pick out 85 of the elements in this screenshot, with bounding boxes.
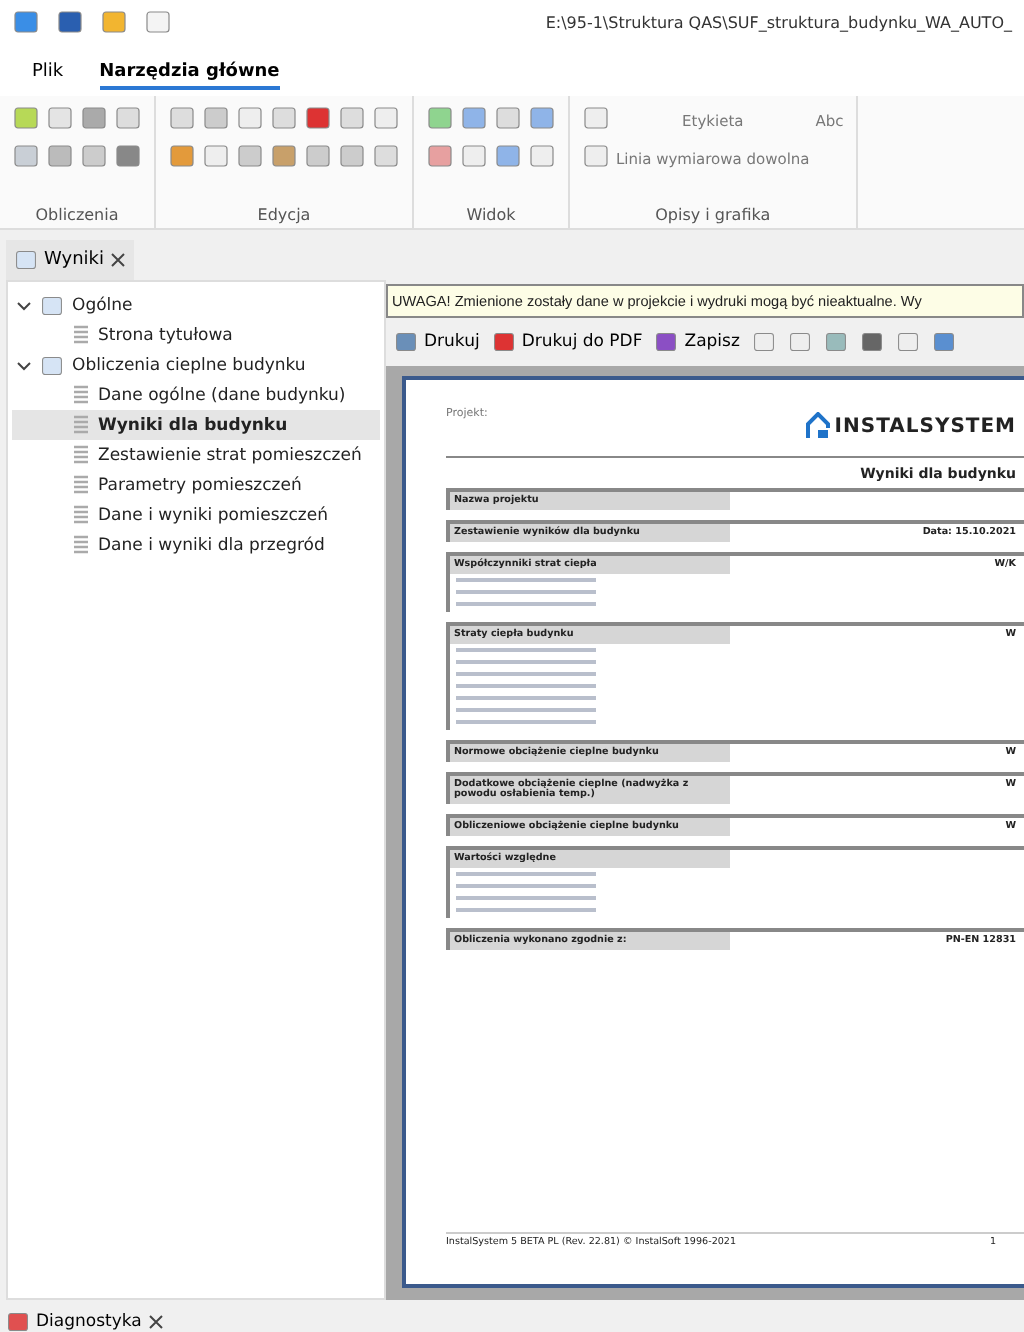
toolbar-icon[interactable] <box>582 104 610 132</box>
toolbar-icon[interactable] <box>168 104 196 132</box>
toolbar-icon[interactable] <box>236 142 264 170</box>
toolbar-icon[interactable] <box>426 142 454 170</box>
toolbar-icon[interactable] <box>46 104 74 132</box>
toolbar-icon[interactable] <box>114 104 142 132</box>
illegible-text-line <box>456 684 596 688</box>
panel-tab[interactable]: Wyniki <box>6 240 134 280</box>
group-label: Edycja <box>255 206 313 224</box>
toolbar-icon[interactable] <box>528 142 556 170</box>
illegible-text-line <box>456 660 596 664</box>
close-icon[interactable] <box>109 252 126 268</box>
chevron-icon[interactable] <box>16 357 32 373</box>
page-icon <box>72 324 90 346</box>
illegible-text-line <box>456 672 596 676</box>
panel-tab[interactable]: Diagnostyka <box>6 1308 164 1332</box>
toolbar-icon[interactable] <box>460 104 488 132</box>
tree-item[interactable]: Dane ogólne (dane budynku) <box>12 380 380 410</box>
toolbar-icon[interactable] <box>202 142 230 170</box>
toolbar-icon[interactable] <box>895 328 920 356</box>
toolbar-icon[interactable] <box>931 328 956 356</box>
logo: INSTALSYSTEM <box>806 412 1016 440</box>
tree-item[interactable]: Parametry pomieszczeń <box>12 470 380 500</box>
toolbar-icon[interactable] <box>494 142 522 170</box>
page-icon <box>72 414 90 436</box>
illegible-text-line <box>456 708 596 712</box>
toolbar-button[interactable]: Zapisz <box>654 328 740 356</box>
toolbar-icon[interactable] <box>787 328 812 356</box>
tree-item[interactable]: Dane i wyniki pomieszczeń <box>12 500 380 530</box>
toolbar-icon[interactable] <box>80 104 108 132</box>
toolbar-icon[interactable] <box>304 104 332 132</box>
toolbar-icon[interactable] <box>236 104 264 132</box>
tree-item[interactable]: Wyniki dla budynku <box>12 410 380 440</box>
page-icon <box>72 504 90 526</box>
ribbon-tab[interactable]: Plik <box>32 58 64 90</box>
toolbar-button[interactable]: Drukuj do PDF <box>491 328 643 356</box>
toolbar-icon[interactable] <box>372 142 400 170</box>
toolbar-icon[interactable] <box>202 104 230 132</box>
toolbar-icon[interactable] <box>80 142 108 170</box>
illegible-text-line <box>456 908 596 912</box>
tree-item[interactable]: Obliczenia cieplne budynku <box>12 350 380 380</box>
toolbar-icon[interactable] <box>823 328 848 356</box>
toolbar-icon[interactable] <box>372 104 400 132</box>
group-label: Obliczenia <box>33 206 121 224</box>
illegible-text-line <box>456 648 596 652</box>
illegible-text-line <box>456 578 596 582</box>
window-title: E:\95-1\Struktura QAS\SUF_struktura_budynku_WA_AUTO_ <box>545 13 1012 31</box>
toolbar-icon[interactable] <box>494 104 522 132</box>
illegible-text-line <box>456 896 596 900</box>
group-label: Widok <box>464 206 518 224</box>
close-icon[interactable] <box>147 1314 164 1330</box>
page-icon <box>72 534 90 556</box>
toolbar-icon[interactable] <box>426 104 454 132</box>
tree-item[interactable]: Ogólne <box>12 290 380 320</box>
illegible-text-line <box>456 696 596 700</box>
illegible-text-line <box>456 884 596 888</box>
illegible-text-line <box>456 872 596 876</box>
toolbar-icon[interactable] <box>114 142 142 170</box>
toolbar-icon[interactable] <box>338 142 366 170</box>
toolbar-icon[interactable] <box>12 142 40 170</box>
toolbar-icon[interactable] <box>460 142 488 170</box>
toolbar-icon[interactable] <box>304 142 332 170</box>
toolbar-icon[interactable] <box>528 104 556 132</box>
toolbar-icon[interactable] <box>12 104 40 132</box>
group-label: Opisy i grafika <box>653 206 773 224</box>
page-icon <box>72 384 90 406</box>
toolbar-button[interactable]: Drukuj <box>394 328 480 356</box>
chevron-icon[interactable] <box>16 297 32 313</box>
page-icon <box>72 474 90 496</box>
toolbar-icon[interactable] <box>338 104 366 132</box>
illegible-text-line <box>456 590 596 594</box>
illegible-text-line <box>456 602 596 606</box>
tree-item[interactable]: Zestawienie strat pomieszczeń <box>12 440 380 470</box>
toolbar-icon[interactable] <box>270 104 298 132</box>
house-icon <box>806 412 831 440</box>
toolbar-icon[interactable] <box>582 142 610 170</box>
illegible-text-line <box>456 720 596 724</box>
toolbar-icon[interactable] <box>270 142 298 170</box>
toolbar-icon[interactable] <box>751 328 776 356</box>
toolbar-icon[interactable] <box>168 142 196 170</box>
tree-item[interactable]: Dane i wyniki dla przegród <box>12 530 380 560</box>
page-icon <box>72 444 90 466</box>
toolbar-icon[interactable] <box>46 142 74 170</box>
tree-item[interactable]: Strona tytułowa <box>12 320 380 350</box>
ribbon-tab[interactable]: Narzędzia główne <box>99 58 280 90</box>
